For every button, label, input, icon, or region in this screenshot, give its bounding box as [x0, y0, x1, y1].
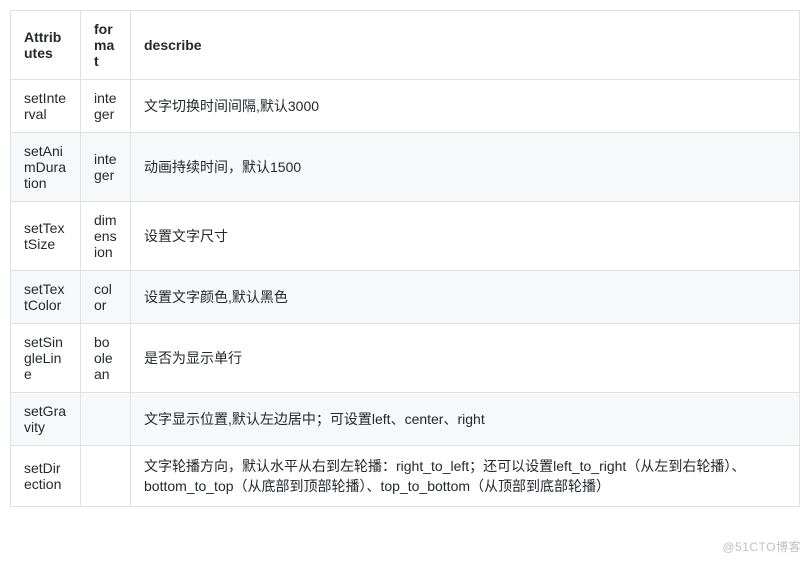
cell-describe: 文字轮播方向，默认水平从右到左轮播：right_to_left；还可以设置lef…: [131, 446, 800, 507]
cell-attribute: setSingleLine: [11, 324, 81, 393]
cell-describe: 设置文字颜色,默认黑色: [131, 271, 800, 324]
cell-describe: 设置文字尺寸: [131, 202, 800, 271]
header-describe: describe: [131, 11, 800, 80]
header-attributes: Attributes: [11, 11, 81, 80]
header-format: format: [81, 11, 131, 80]
cell-attribute: setTextSize: [11, 202, 81, 271]
cell-attribute: setDirection: [11, 446, 81, 507]
cell-format: dimension: [81, 202, 131, 271]
cell-describe: 动画持续时间，默认1500: [131, 133, 800, 202]
attributes-table: Attributes format describe setInterval i…: [10, 10, 800, 507]
cell-attribute: setAnimDuration: [11, 133, 81, 202]
cell-format: boolean: [81, 324, 131, 393]
cell-attribute: setGravity: [11, 393, 81, 446]
cell-describe: 文字切换时间间隔,默认3000: [131, 80, 800, 133]
table-row: setSingleLine boolean 是否为显示单行: [11, 324, 800, 393]
cell-format: [81, 393, 131, 446]
cell-format: [81, 446, 131, 507]
table-row: setInterval integer 文字切换时间间隔,默认3000: [11, 80, 800, 133]
cell-attribute: setTextColor: [11, 271, 81, 324]
table-row: setAnimDuration integer 动画持续时间，默认1500: [11, 133, 800, 202]
cell-format: color: [81, 271, 131, 324]
cell-describe: 是否为显示单行: [131, 324, 800, 393]
table-row: setDirection 文字轮播方向，默认水平从右到左轮播：right_to_…: [11, 446, 800, 507]
table-header-row: Attributes format describe: [11, 11, 800, 80]
watermark-text: @51CTO博客: [722, 538, 801, 555]
table-row: setGravity 文字显示位置,默认左边居中；可设置left、center、…: [11, 393, 800, 446]
table-row: setTextSize dimension 设置文字尺寸: [11, 202, 800, 271]
cell-attribute: setInterval: [11, 80, 81, 133]
cell-format: integer: [81, 133, 131, 202]
cell-format: integer: [81, 80, 131, 133]
table-row: setTextColor color 设置文字颜色,默认黑色: [11, 271, 800, 324]
cell-describe: 文字显示位置,默认左边居中；可设置left、center、right: [131, 393, 800, 446]
